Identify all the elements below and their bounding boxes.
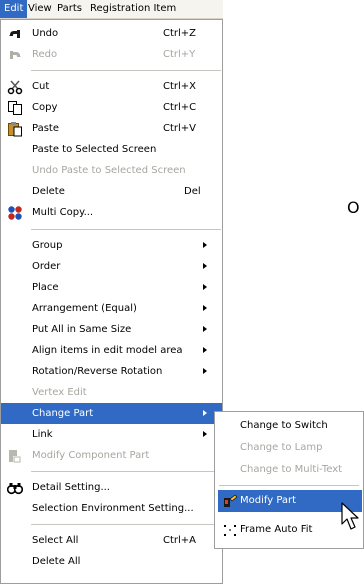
menu-item-paste-to-selected-screen[interactable]: Paste to Selected Screen (1, 139, 222, 160)
submenu-arrow-icon (203, 305, 207, 311)
submenu-arrow-icon (203, 431, 207, 437)
submenu-arrow-icon (203, 284, 207, 290)
component-icon (9, 450, 21, 463)
menu-item-copy[interactable]: Copy Ctrl+C (1, 97, 222, 118)
menu-item-delete-all[interactable]: Delete All (1, 551, 222, 572)
menu-item-redo[interactable]: Redo Ctrl+Y (1, 44, 222, 65)
separator (31, 471, 221, 472)
background-text: O (347, 198, 360, 217)
multi-copy-icon (8, 206, 22, 220)
submenu-arrow-icon (203, 242, 207, 248)
menu-item-undo[interactable]: Undo Ctrl+Z (1, 23, 222, 44)
frame-fit-icon (224, 525, 236, 536)
submenu-arrow-icon (203, 326, 207, 332)
menu-item-select-all[interactable]: Select All Ctrl+A (1, 530, 222, 551)
menu-item-link[interactable]: Link (1, 424, 222, 445)
edit-menu: Undo Ctrl+Z Redo Ctrl+Y Cut Ctrl+X Copy … (0, 19, 223, 584)
menu-item-align-items[interactable]: Align items in edit model area (1, 340, 222, 361)
menu-item-paste[interactable]: Paste Ctrl+V (1, 118, 222, 139)
menu-item-multi-copy[interactable]: Multi Copy... (1, 202, 222, 223)
paste-icon (8, 122, 22, 137)
menu-bar: Edit View Parts Registration Item (0, 0, 223, 19)
menu-item-put-all-in-same-size[interactable]: Put All in Same Size (1, 319, 222, 340)
submenu-item-change-to-switch[interactable]: Change to Switch (218, 415, 362, 437)
mouse-pointer-icon (341, 502, 359, 530)
menu-view[interactable]: View (24, 0, 56, 18)
scissors-icon (7, 80, 23, 95)
menu-item-selection-environment-setting[interactable]: Selection Environment Setting... (1, 498, 222, 519)
submenu-item-change-to-lamp[interactable]: Change to Lamp (218, 437, 362, 459)
menu-parts[interactable]: Parts (53, 0, 86, 18)
submenu-arrow-icon (203, 263, 207, 269)
menu-registration-item[interactable]: Registration Item (86, 0, 180, 18)
menu-item-arrangement-equal[interactable]: Arrangement (Equal) (1, 298, 222, 319)
undo-icon (9, 30, 20, 38)
separator (31, 229, 221, 230)
binoculars-icon (7, 483, 23, 495)
modify-part-icon (224, 494, 238, 507)
copy-icon (8, 101, 22, 115)
menu-item-vertex-edit[interactable]: Vertex Edit (1, 382, 222, 403)
separator (219, 485, 359, 486)
menu-item-modify-component-part[interactable]: Modify Component Part (1, 445, 222, 466)
menu-item-place[interactable]: Place (1, 277, 222, 298)
redo-icon (10, 51, 21, 59)
menu-item-cut[interactable]: Cut Ctrl+X (1, 76, 222, 97)
menu-item-undo-paste-to-selected-screen[interactable]: Undo Paste to Selected Screen (1, 160, 222, 181)
submenu-arrow-icon (203, 410, 207, 416)
menu-item-rotation[interactable]: Rotation/Reverse Rotation (1, 361, 222, 382)
separator (31, 70, 221, 71)
menu-item-detail-setting[interactable]: Detail Setting... (1, 477, 222, 498)
submenu-arrow-icon (203, 368, 207, 374)
menu-item-group[interactable]: Group (1, 235, 222, 256)
submenu-item-change-to-multi-text[interactable]: Change to Multi-Text (218, 459, 362, 481)
menu-item-order[interactable]: Order (1, 256, 222, 277)
menu-item-delete[interactable]: Delete Del (1, 181, 222, 202)
submenu-arrow-icon (203, 347, 207, 353)
separator (31, 524, 221, 525)
menu-item-change-part[interactable]: Change Part (1, 403, 222, 424)
